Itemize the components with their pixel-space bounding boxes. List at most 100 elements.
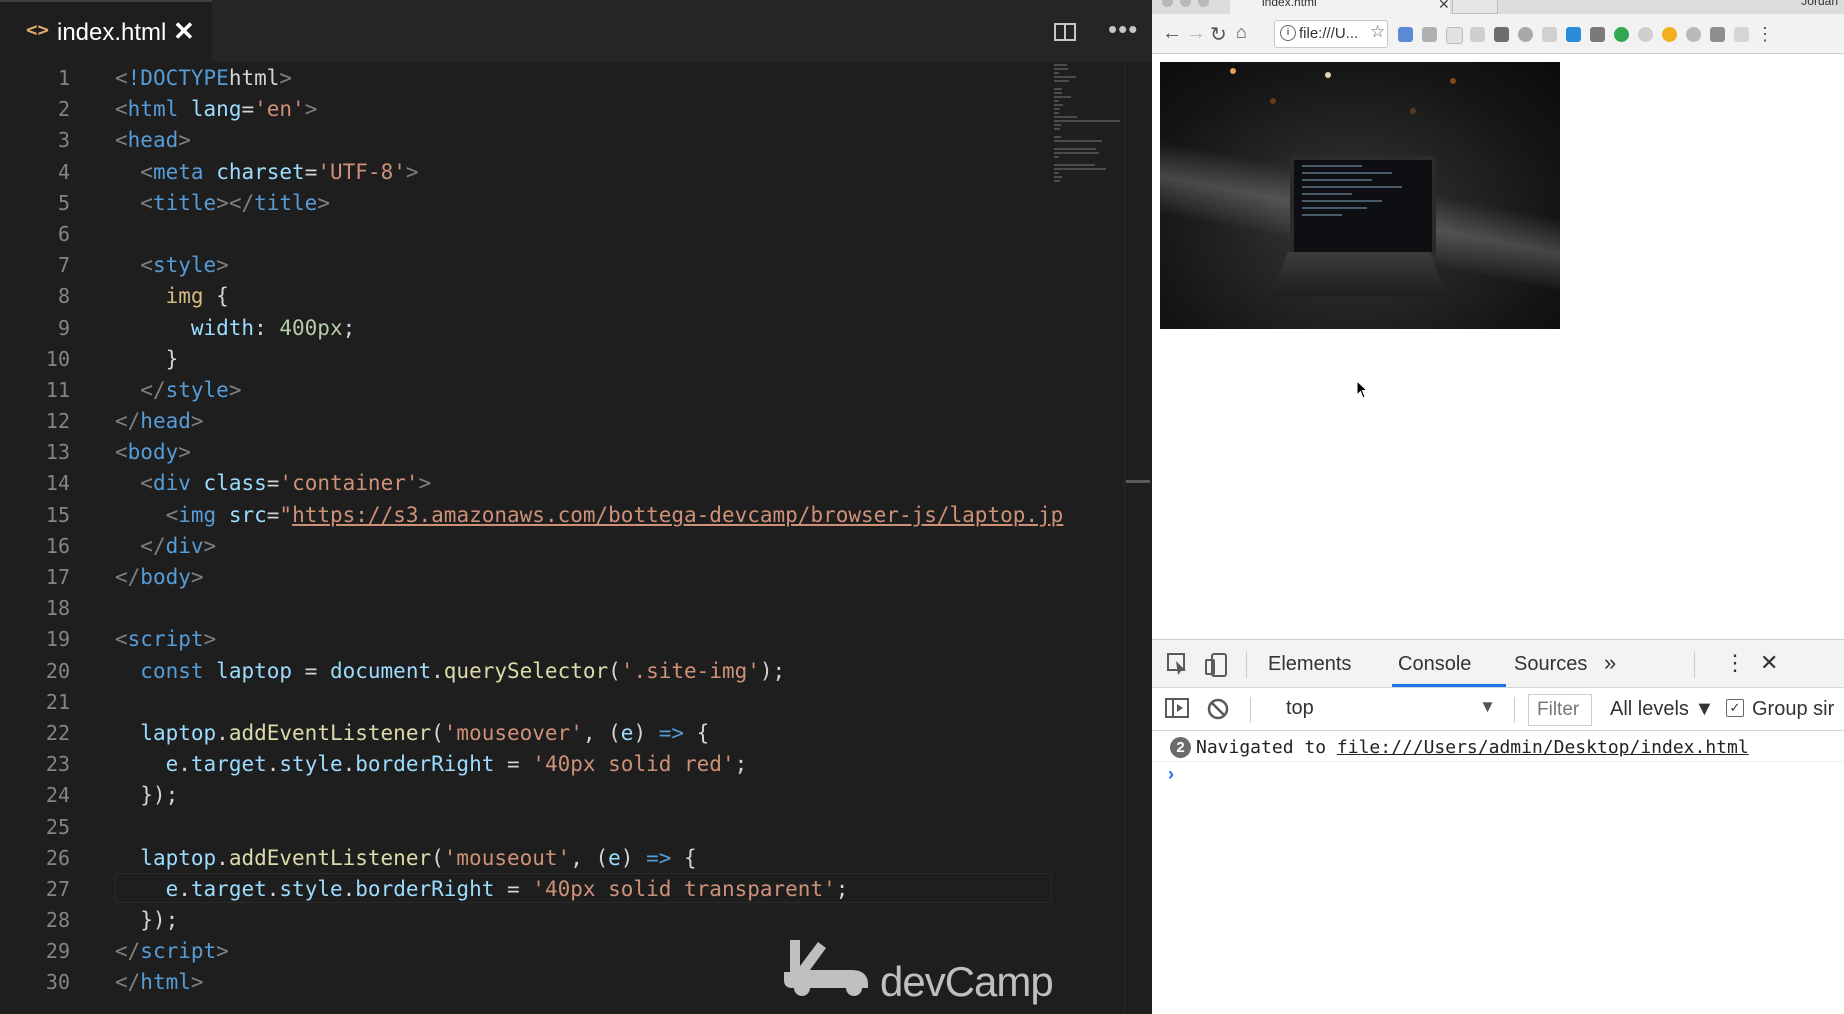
- code-line[interactable]: 27 e.target.style.borderRight = '40px so…: [0, 874, 1052, 905]
- code-token: >: [216, 253, 229, 278]
- editor-tab-index-html[interactable]: <> index.html ✕: [0, 0, 212, 62]
- line-number: 10: [45, 346, 70, 371]
- home-icon[interactable]: ⌂: [1236, 22, 1247, 43]
- code-line[interactable]: 20 const laptop = document.querySelector…: [0, 656, 1052, 687]
- extension-icon[interactable]: [1662, 27, 1677, 42]
- code-line[interactable]: 9 width: 400px;: [0, 313, 1052, 344]
- extension-icon[interactable]: [1518, 27, 1533, 42]
- code-token: e: [608, 845, 621, 870]
- window-close-button[interactable]: [1162, 0, 1173, 7]
- split-editor-icon[interactable]: [1054, 23, 1076, 41]
- code-line[interactable]: 26 laptop.addEventListener('mouseout', (…: [0, 843, 1052, 874]
- tab-elements[interactable]: Elements: [1268, 653, 1351, 676]
- bookmark-star-icon[interactable]: ☆: [1370, 22, 1385, 42]
- extension-icon[interactable]: [1614, 27, 1629, 42]
- close-icon[interactable]: ✕: [173, 16, 195, 47]
- more-actions-icon[interactable]: •••: [1108, 14, 1138, 45]
- context-selector[interactable]: top ▼: [1276, 697, 1500, 725]
- code-token: title: [254, 190, 318, 215]
- code-editor[interactable]: <> index.html ✕ ••• 1 <!DOCTYPEhtml> 2 <htm…: [0, 0, 1152, 1013]
- window-zoom-button[interactable]: [1198, 0, 1209, 7]
- code-line[interactable]: 10 }: [0, 344, 1052, 375]
- browser-tab-close-icon[interactable]: ✕: [1438, 0, 1450, 13]
- tab-console[interactable]: Console: [1398, 653, 1471, 676]
- extension-icon[interactable]: [1398, 27, 1413, 42]
- filter-input[interactable]: Filter: [1528, 694, 1592, 726]
- code-token: <: [140, 471, 153, 496]
- devtools-menu-icon[interactable]: ⋮: [1724, 650, 1746, 676]
- code-line[interactable]: 1 <!DOCTYPEhtml>: [0, 63, 1052, 94]
- code-line[interactable]: 17 </body>: [0, 562, 1052, 593]
- code-line[interactable]: 8 img {: [0, 281, 1052, 312]
- code-line[interactable]: 16 </div>: [0, 531, 1052, 562]
- tab-sources[interactable]: Sources: [1514, 653, 1587, 676]
- code-line[interactable]: 21: [0, 687, 1052, 718]
- clear-console-icon[interactable]: [1206, 697, 1230, 721]
- console-sidebar-icon[interactable]: [1164, 696, 1190, 720]
- code-line[interactable]: 22 laptop.addEventListener('mouseover', …: [0, 718, 1052, 749]
- log-levels-dropdown[interactable]: All levels ▼: [1610, 698, 1714, 721]
- reload-icon[interactable]: ↻: [1210, 22, 1227, 47]
- extension-icon[interactable]: [1566, 27, 1581, 42]
- extension-icon[interactable]: [1686, 27, 1701, 42]
- code-line[interactable]: 13 <body>: [0, 437, 1052, 468]
- code-line[interactable]: 11 </style>: [0, 375, 1052, 406]
- code-line[interactable]: 6: [0, 219, 1052, 250]
- code-line[interactable]: 19 <script>: [0, 624, 1052, 655]
- code-line[interactable]: 12 </head>: [0, 406, 1052, 437]
- code-line[interactable]: 7 <style>: [0, 250, 1052, 281]
- code-line[interactable]: 15 <img src="https://s3.amazonaws.com/bo…: [0, 500, 1063, 531]
- extension-icon[interactable]: [1446, 27, 1463, 44]
- extension-icon[interactable]: [1422, 27, 1437, 42]
- code-token: .: [266, 752, 280, 777]
- code-line[interactable]: 24 });: [0, 780, 1052, 811]
- code-text: <html lang='en'>: [115, 94, 317, 125]
- code-token: lang: [190, 97, 242, 122]
- extension-icon[interactable]: [1710, 27, 1725, 42]
- profile-name[interactable]: Jordan: [1801, 0, 1838, 8]
- window-minimize-button[interactable]: [1180, 0, 1191, 7]
- code-line[interactable]: 25: [0, 812, 1052, 843]
- extension-icon[interactable]: [1542, 27, 1557, 42]
- extension-icon[interactable]: [1494, 27, 1509, 42]
- console-prompt-icon[interactable]: ›: [1168, 764, 1174, 785]
- code-line[interactable]: 18: [0, 593, 1052, 624]
- close-devtools-icon[interactable]: ✕: [1760, 650, 1778, 676]
- message-url-link[interactable]: file:///Users/admin/Desktop/index.html: [1337, 737, 1749, 758]
- minimap[interactable]: [1052, 62, 1124, 1013]
- minimap-line: [1054, 96, 1072, 98]
- scrollbar-thumb[interactable]: [1126, 480, 1150, 483]
- line-number: 24: [45, 783, 70, 808]
- device-toolbar-icon[interactable]: [1204, 652, 1230, 678]
- extension-icon[interactable]: [1734, 27, 1749, 42]
- info-icon[interactable]: i: [1280, 25, 1296, 41]
- console-toolbar: top ▼ Filter All levels ▼ ✓ Group sir: [1152, 688, 1844, 731]
- code-token: =>: [658, 720, 685, 745]
- code-line[interactable]: 5 <title></title>: [0, 188, 1052, 219]
- code-line[interactable]: 4 <meta charset='UTF-8'>: [0, 157, 1052, 188]
- code-area[interactable]: 1 <!DOCTYPEhtml> 2 <html lang='en'> 3 <head> 4…: [0, 63, 1063, 999]
- new-tab-button[interactable]: [1452, 0, 1498, 14]
- cast-icon[interactable]: [1590, 27, 1605, 42]
- code-text: laptop.addEventListener('mouseout', (e) …: [115, 843, 696, 874]
- code-line[interactable]: 23 e.target.style.borderRight = '40px so…: [0, 749, 1052, 780]
- code-line[interactable]: 14 <div class='container'>: [0, 468, 1052, 499]
- code-line[interactable]: 3 <head>: [0, 125, 1052, 156]
- inspect-element-icon[interactable]: [1166, 652, 1190, 676]
- code-token: laptop: [140, 720, 217, 745]
- code-token: div: [165, 533, 204, 558]
- laptop-image[interactable]: [1160, 62, 1560, 329]
- code-line[interactable]: 2 <html lang='en'>: [0, 94, 1052, 125]
- back-icon[interactable]: ←: [1162, 22, 1182, 45]
- extension-icon[interactable]: [1638, 27, 1653, 42]
- forward-icon[interactable]: →: [1186, 22, 1206, 45]
- address-bar[interactable]: i file:///U... ☆: [1274, 20, 1388, 48]
- browser-tab[interactable]: index.html: [1230, 0, 1450, 14]
- more-tabs-icon[interactable]: »: [1604, 650, 1616, 676]
- extension-icon[interactable]: [1470, 27, 1485, 42]
- editor-scrollbar[interactable]: [1124, 62, 1152, 1013]
- group-similar-checkbox[interactable]: ✓: [1726, 699, 1744, 717]
- code-line[interactable]: 28 });: [0, 905, 1052, 936]
- page-viewport[interactable]: [1152, 54, 1844, 639]
- browser-menu-icon[interactable]: ⋮: [1756, 24, 1774, 45]
